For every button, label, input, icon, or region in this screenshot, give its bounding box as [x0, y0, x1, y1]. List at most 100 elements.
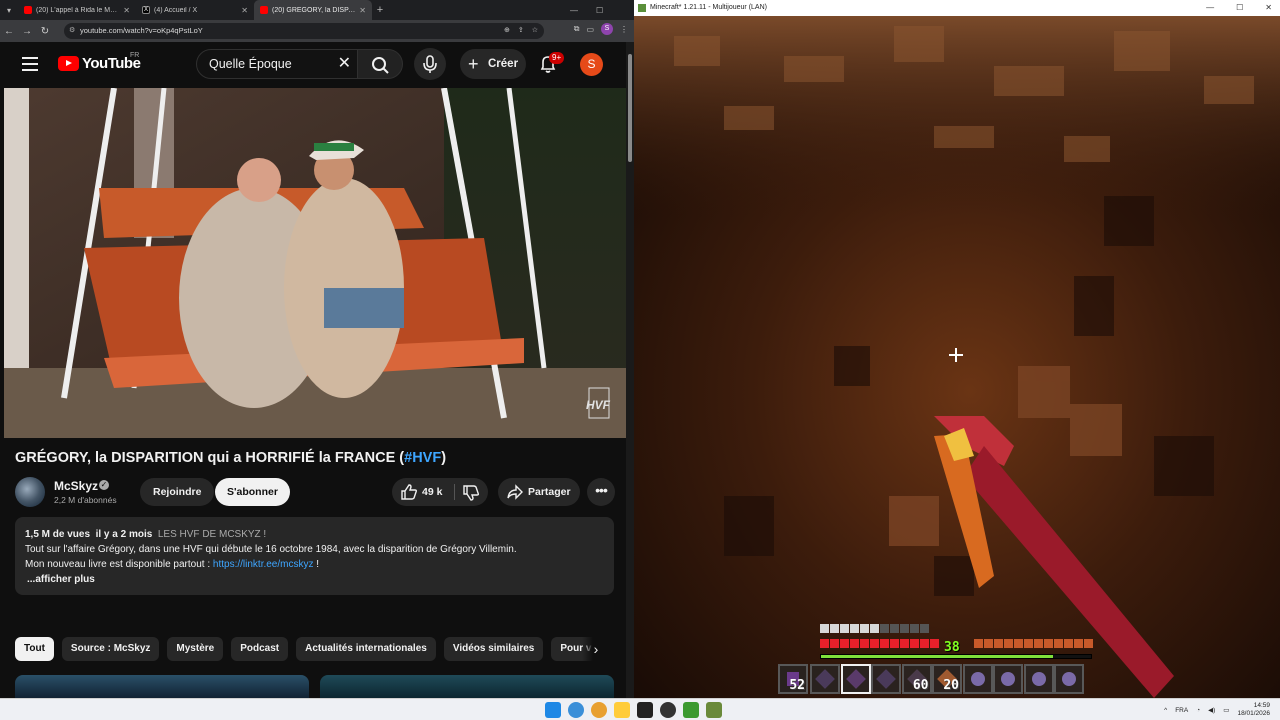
- share-icon[interactable]: ⇪: [518, 23, 524, 39]
- clear-search-icon[interactable]: ✕: [338, 50, 351, 78]
- close-tab-icon[interactable]: ✕: [359, 6, 366, 15]
- windows-start-icon[interactable]: [545, 702, 561, 718]
- title-hashtag-link[interactable]: #HVF: [404, 450, 441, 466]
- chip-source[interactable]: Source : McSkyz: [61, 637, 160, 661]
- search-button[interactable]: [357, 49, 403, 79]
- minimize-icon[interactable]: —: [570, 6, 578, 15]
- x-icon: X: [142, 6, 150, 14]
- minecraft-icon[interactable]: [706, 702, 722, 718]
- hotbar-slot-3[interactable]: [871, 664, 901, 694]
- share-button[interactable]: Partager: [498, 478, 580, 506]
- bookmark-star-icon[interactable]: ☆: [532, 23, 538, 39]
- description-line: Mon nouveau livre est disponible partout…: [25, 559, 213, 570]
- minimize-icon[interactable]: —: [1206, 0, 1214, 16]
- notepad-icon[interactable]: [637, 702, 653, 718]
- browser-tab-1[interactable]: (20) L'appel à Rida le Marseillais ✕: [18, 0, 136, 20]
- xp-bar: [820, 654, 1092, 659]
- hotbar-slot-9[interactable]: [1054, 664, 1084, 694]
- edge-icon[interactable]: [568, 702, 584, 718]
- hotbar-slot-4[interactable]: 60: [901, 664, 932, 694]
- wifi-icon[interactable]: ◔: [1196, 707, 1200, 714]
- channel-avatar[interactable]: [15, 477, 45, 507]
- minecraft-titlebar: Minecraft* 1.21.11 - Multijoueur (LAN) —…: [634, 0, 1280, 16]
- battery-icon[interactable]: ▭: [1223, 706, 1229, 714]
- recommended-video-thumbnail[interactable]: [320, 675, 614, 698]
- item-count: 20: [943, 678, 959, 693]
- page-scrollbar[interactable]: [626, 42, 634, 698]
- forward-icon[interactable]: →: [18, 26, 36, 37]
- hotbar-slot-1[interactable]: [810, 664, 840, 694]
- new-tab-button[interactable]: +: [372, 4, 388, 16]
- tab-title: (20) GRÉGORY, la DISPARITION: [272, 6, 356, 14]
- file-explorer-icon[interactable]: [614, 702, 630, 718]
- show-more-button[interactable]: ...afficher plus: [25, 572, 604, 587]
- netherite-sword-icon: [815, 669, 835, 689]
- cast-icon[interactable]: ▭: [586, 25, 594, 34]
- game-viewport[interactable]: 38 52 60 20: [634, 16, 1280, 698]
- obs-icon[interactable]: [660, 702, 676, 718]
- view-count: 1,5 M de vues: [25, 529, 91, 540]
- maximize-icon[interactable]: ☐: [1236, 0, 1243, 16]
- dislike-button[interactable]: [455, 478, 488, 506]
- netherite-shovel-icon: [876, 669, 896, 689]
- chrome-icon[interactable]: [591, 702, 607, 718]
- chip-mystery[interactable]: Mystère: [167, 637, 224, 661]
- extensions-icon[interactable]: ⧉: [574, 24, 580, 34]
- recommended-video-thumbnail[interactable]: [15, 675, 309, 698]
- create-button[interactable]: + Créer: [460, 49, 526, 79]
- search-input[interactable]: Quelle Époque ✕: [196, 49, 360, 79]
- account-avatar[interactable]: S: [580, 53, 603, 76]
- linktree-link[interactable]: https://linktr.ee/mcskyz: [213, 559, 314, 570]
- browser-tab-3[interactable]: (20) GRÉGORY, la DISPARITION ✕: [254, 0, 372, 20]
- like-count: 49 k: [422, 486, 443, 498]
- description-hashtags[interactable]: LES HVF DE MCSKYZ !: [158, 529, 266, 540]
- close-tab-icon[interactable]: ✕: [123, 6, 130, 15]
- related-chips: Tout Source : McSkyz Mystère Podcast Act…: [15, 637, 615, 661]
- youtube-icon: [24, 6, 32, 14]
- chip-all[interactable]: Tout: [15, 637, 54, 661]
- site-info-icon[interactable]: ⚙: [69, 23, 75, 39]
- youtube-logo[interactable]: YouTube: [58, 55, 141, 72]
- volume-icon[interactable]: ◀): [1208, 706, 1215, 714]
- subscribe-button[interactable]: S'abonner: [215, 478, 290, 506]
- zoom-icon[interactable]: ⊕: [504, 23, 510, 39]
- tab-search-button[interactable]: ▾: [0, 6, 18, 15]
- url-input[interactable]: ⚙ youtube.com/watch?v=oKp4qPstLoY ⊕ ⇪ ☆: [64, 23, 544, 39]
- minecraft-launcher-icon[interactable]: [683, 702, 699, 718]
- reload-icon[interactable]: ↻: [36, 26, 54, 37]
- close-icon[interactable]: ✕: [1265, 0, 1272, 16]
- video-title: GRÉGORY, la DISPARITION qui a HORRIFIÉ l…: [15, 450, 446, 466]
- windows-taskbar: ^ FRA ◔ ◀) ▭ 14:59 18/01/2026: [0, 698, 1280, 720]
- hotbar-slot-8[interactable]: [1023, 664, 1054, 694]
- join-button[interactable]: Rejoindre: [140, 478, 215, 506]
- offhand-slot[interactable]: 52: [778, 664, 808, 694]
- hamburger-menu-icon[interactable]: [22, 57, 38, 71]
- hotbar-slot-5[interactable]: 20: [932, 664, 962, 694]
- close-tab-icon[interactable]: ✕: [241, 6, 248, 15]
- hotbar-slot-7[interactable]: [993, 664, 1023, 694]
- maximize-icon[interactable]: ☐: [596, 6, 603, 15]
- like-button[interactable]: 49 k: [392, 478, 454, 506]
- browser-tab-2[interactable]: X (4) Accueil / X ✕: [136, 0, 254, 20]
- search-icon: [372, 57, 389, 74]
- minecraft-window: Minecraft* 1.21.11 - Multijoueur (LAN) —…: [634, 0, 1280, 698]
- language-indicator[interactable]: FRA: [1175, 707, 1188, 714]
- menu-kebab-icon[interactable]: ⋮: [620, 25, 628, 34]
- hotbar-slot-6[interactable]: [962, 664, 993, 694]
- hotbar-slot-2[interactable]: [840, 664, 871, 694]
- chip-international-news[interactable]: Actualités internationales: [296, 637, 436, 661]
- chevron-up-icon[interactable]: ^: [1164, 707, 1167, 714]
- more-actions-button[interactable]: •••: [587, 478, 615, 506]
- chip-similar-videos[interactable]: Vidéos similaires: [443, 637, 544, 661]
- chevron-right-icon[interactable]: ›: [582, 637, 610, 661]
- profile-avatar[interactable]: S: [601, 23, 613, 35]
- clock[interactable]: 14:59 18/01/2026: [1237, 702, 1270, 718]
- scrollbar-thumb[interactable]: [628, 54, 632, 162]
- voice-search-button[interactable]: [414, 48, 446, 80]
- youtube-play-icon: [58, 56, 79, 71]
- chip-podcast[interactable]: Podcast: [231, 637, 289, 661]
- back-icon[interactable]: ←: [0, 26, 18, 37]
- channel-name[interactable]: McSkyz: [54, 479, 98, 493]
- video-player[interactable]: HVF: [4, 88, 626, 438]
- description-box[interactable]: 1,5 M de vues il y a 2 mois LES HVF DE M…: [15, 517, 614, 595]
